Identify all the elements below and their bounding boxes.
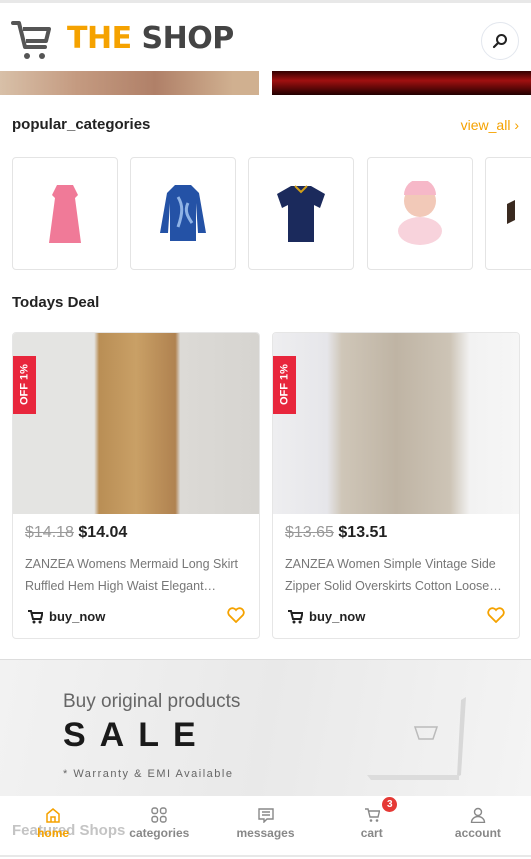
popular-categories-title: popular_categories <box>12 116 151 133</box>
laptop-cart-illustration <box>367 697 466 780</box>
buy-now-label: buy_now <box>309 609 366 624</box>
football-jersey-icon <box>277 184 325 242</box>
categories-icon <box>151 807 167 823</box>
discount-badge: OFF 1% <box>273 356 296 414</box>
old-price: $14.18 <box>25 524 74 541</box>
view-all-link[interactable]: view_all › <box>461 117 519 133</box>
search-icon <box>492 34 507 49</box>
current-price: $13.51 <box>338 524 388 541</box>
nav-messages-label: messages <box>236 826 295 840</box>
price: $13.65 $13.51 <box>285 524 387 542</box>
logo-text: THE SHOP <box>67 21 234 56</box>
heart-icon[interactable] <box>487 607 505 623</box>
buy-now-label: buy_now <box>49 609 106 624</box>
nav-account-label: account <box>454 826 501 840</box>
baby-doll-icon <box>398 180 442 245</box>
discount-badge: OFF 1% <box>13 356 36 414</box>
buy-now-button[interactable]: buy_now <box>287 609 365 624</box>
nav-cart-label: cart <box>360 826 383 840</box>
partial-item-icon <box>507 199 515 224</box>
bottom-nav: home categories messages 3 cart account <box>0 796 531 857</box>
cart-icon <box>28 610 43 624</box>
product-name[interactable]: ZANZEA Womens Mermaid Long Skirt Ruffled… <box>25 553 249 597</box>
deal-card[interactable]: OFF 1% $13.65 $13.51 ZANZEA Women Simple… <box>272 332 520 639</box>
promo-line1: Buy original products <box>63 691 241 712</box>
nav-account[interactable]: account <box>425 796 531 855</box>
message-icon <box>257 808 274 823</box>
nav-messages[interactable]: messages <box>212 796 318 855</box>
category-hoodie[interactable] <box>130 157 236 270</box>
chevron-right-icon: › <box>514 117 519 133</box>
promo-line3: * Warranty & EMI Available <box>63 768 234 780</box>
slider-banner-left[interactable] <box>0 71 259 95</box>
cart-icon <box>288 610 303 624</box>
nav-cart[interactable]: 3 cart <box>319 796 425 855</box>
home-icon <box>46 808 60 823</box>
cart-icon <box>364 808 380 822</box>
user-icon <box>470 807 486 823</box>
cart-count-badge: 3 <box>382 797 398 812</box>
current-price: $14.04 <box>78 524 128 541</box>
category-baby-doll[interactable] <box>367 157 473 270</box>
product-name[interactable]: ZANZEA Women Simple Vintage Side Zipper … <box>285 553 509 597</box>
nav-home[interactable]: home <box>0 796 106 855</box>
pink-dress-icon <box>49 184 81 243</box>
category-dress[interactable] <box>12 157 118 270</box>
search-button[interactable] <box>481 22 519 60</box>
logo-the: THE <box>67 21 132 56</box>
product-image[interactable]: OFF 1% <box>13 333 259 514</box>
product-image[interactable]: OFF 1% <box>273 333 519 514</box>
category-partial[interactable] <box>485 157 531 270</box>
nav-categories[interactable]: categories <box>106 796 212 855</box>
logo-shop: SHOP <box>141 21 235 56</box>
view-all-label: view_all <box>460 117 511 133</box>
price: $14.18 $14.04 <box>25 524 127 542</box>
buy-now-button[interactable]: buy_now <box>27 609 105 624</box>
old-price: $13.65 <box>285 524 334 541</box>
promo-sale: SALE <box>63 716 210 754</box>
app-header: THE SHOP <box>0 3 531 71</box>
promo-banner[interactable]: Buy original products SALE * Warranty & … <box>0 659 531 796</box>
todays-deal-title: Todays Deal <box>12 294 100 311</box>
blue-hoodie-icon <box>160 184 206 241</box>
deal-card[interactable]: OFF 1% $14.18 $14.04 ZANZEA Womens Merma… <box>12 332 260 639</box>
cart-logo-icon <box>11 21 51 59</box>
category-jersey[interactable] <box>248 157 354 270</box>
nav-home-label: home <box>37 826 70 840</box>
slider-banner-right[interactable] <box>272 71 531 95</box>
heart-icon[interactable] <box>227 607 245 623</box>
nav-categories-label: categories <box>129 826 190 840</box>
